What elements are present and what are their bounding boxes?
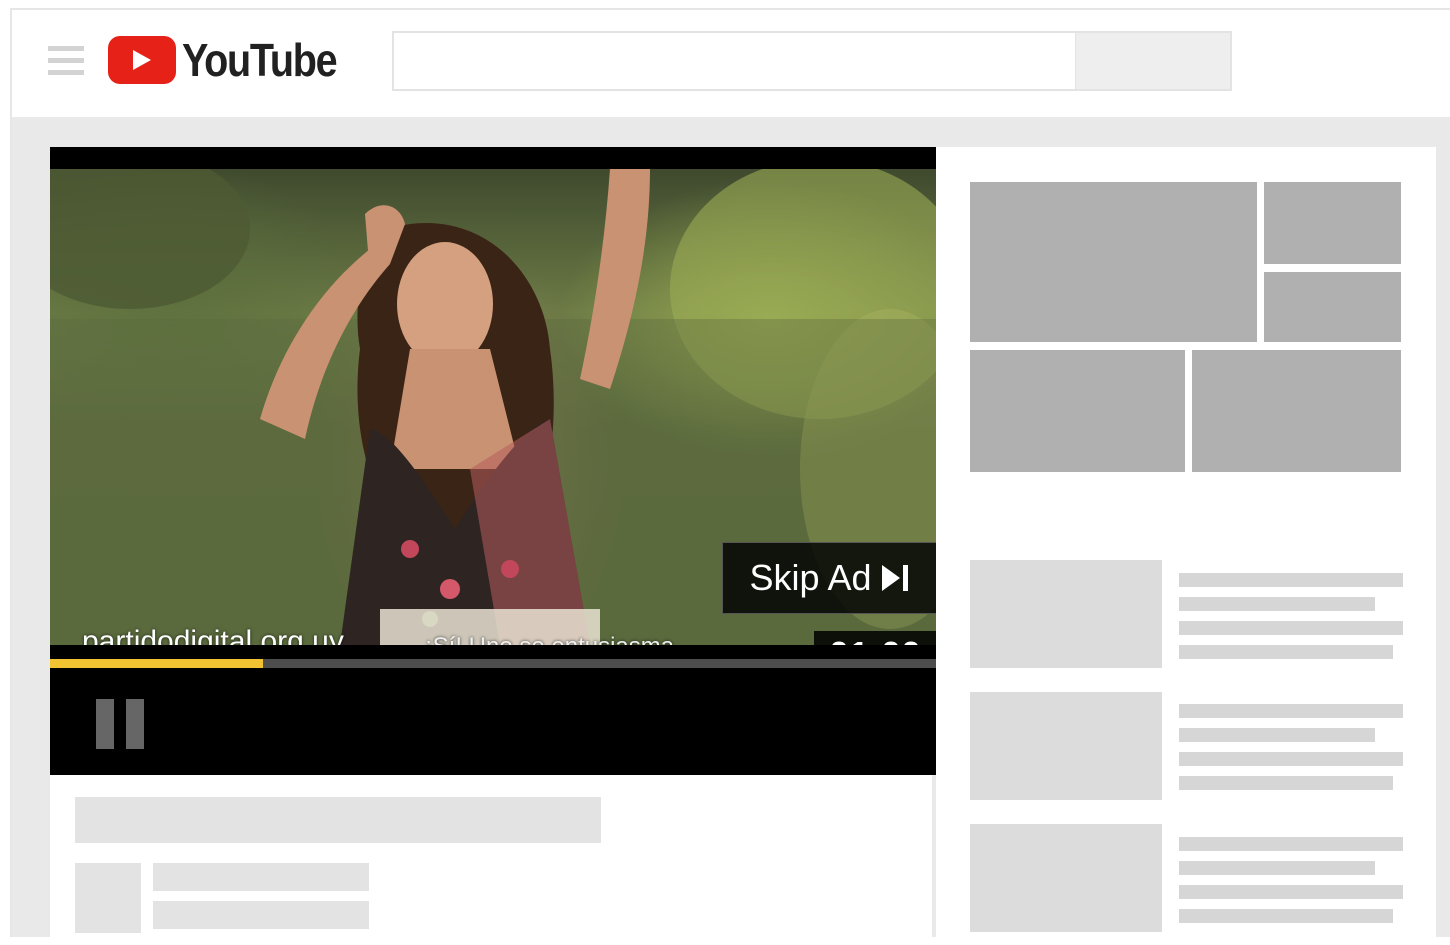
related-text-placeholder bbox=[1179, 621, 1403, 635]
title-placeholder bbox=[75, 797, 601, 843]
channel-meta-placeholder bbox=[153, 901, 369, 929]
related-text-placeholder bbox=[1179, 885, 1403, 899]
related-text-placeholder bbox=[1179, 728, 1375, 742]
skip-ad-button[interactable]: Skip Ad bbox=[722, 542, 936, 614]
hamburger-icon[interactable] bbox=[48, 46, 84, 78]
companion-ad-tile bbox=[970, 182, 1257, 342]
ad-countdown-timer: 01:00 bbox=[814, 631, 936, 645]
related-text-placeholder bbox=[1179, 837, 1403, 851]
youtube-play-logo-icon bbox=[108, 36, 176, 84]
ad-caption: ... ¡Sí! Uno se entusiasma. bbox=[398, 633, 681, 645]
skip-next-icon bbox=[881, 565, 910, 591]
browser-frame: YouTube Skip Ad partidodigital.org.uy bbox=[10, 8, 1450, 945]
video-frame[interactable]: Skip Ad partidodigital.org.uy ... ¡Sí! U… bbox=[50, 169, 936, 645]
companion-ad-tile bbox=[970, 350, 1185, 472]
video-info-placeholder bbox=[50, 775, 932, 945]
channel-avatar-placeholder bbox=[75, 863, 141, 933]
companion-ad-tile bbox=[1192, 350, 1401, 472]
related-thumbnail-placeholder bbox=[970, 692, 1162, 800]
sidebar bbox=[936, 147, 1436, 945]
related-text-placeholder bbox=[1179, 861, 1375, 875]
related-text-placeholder bbox=[1179, 573, 1403, 587]
related-thumbnail-placeholder bbox=[970, 824, 1162, 932]
ad-url-link[interactable]: partidodigital.org.uy bbox=[82, 625, 344, 645]
companion-ad-tile bbox=[1264, 272, 1401, 342]
skip-ad-label: Skip Ad bbox=[749, 557, 872, 598]
logo-wordmark: YouTube bbox=[182, 34, 338, 86]
related-text-placeholder bbox=[1179, 645, 1393, 659]
related-text-placeholder bbox=[1179, 776, 1393, 790]
progress-bar[interactable] bbox=[50, 659, 936, 668]
channel-name-placeholder bbox=[153, 863, 369, 891]
masthead: YouTube bbox=[12, 10, 1450, 117]
related-text-placeholder bbox=[1179, 597, 1375, 611]
progress-bar-fill bbox=[50, 659, 263, 668]
search-button[interactable] bbox=[1075, 33, 1230, 89]
companion-ad-tile bbox=[1264, 182, 1401, 264]
search-input[interactable] bbox=[392, 31, 1232, 91]
video-player[interactable]: Skip Ad partidodigital.org.uy ... ¡Sí! U… bbox=[50, 147, 936, 775]
youtube-logo[interactable]: YouTube bbox=[108, 34, 361, 86]
pause-icon[interactable] bbox=[96, 699, 146, 749]
related-text-placeholder bbox=[1179, 752, 1403, 766]
related-thumbnail-placeholder bbox=[970, 560, 1162, 668]
related-text-placeholder bbox=[1179, 909, 1393, 923]
related-text-placeholder bbox=[1179, 704, 1403, 718]
